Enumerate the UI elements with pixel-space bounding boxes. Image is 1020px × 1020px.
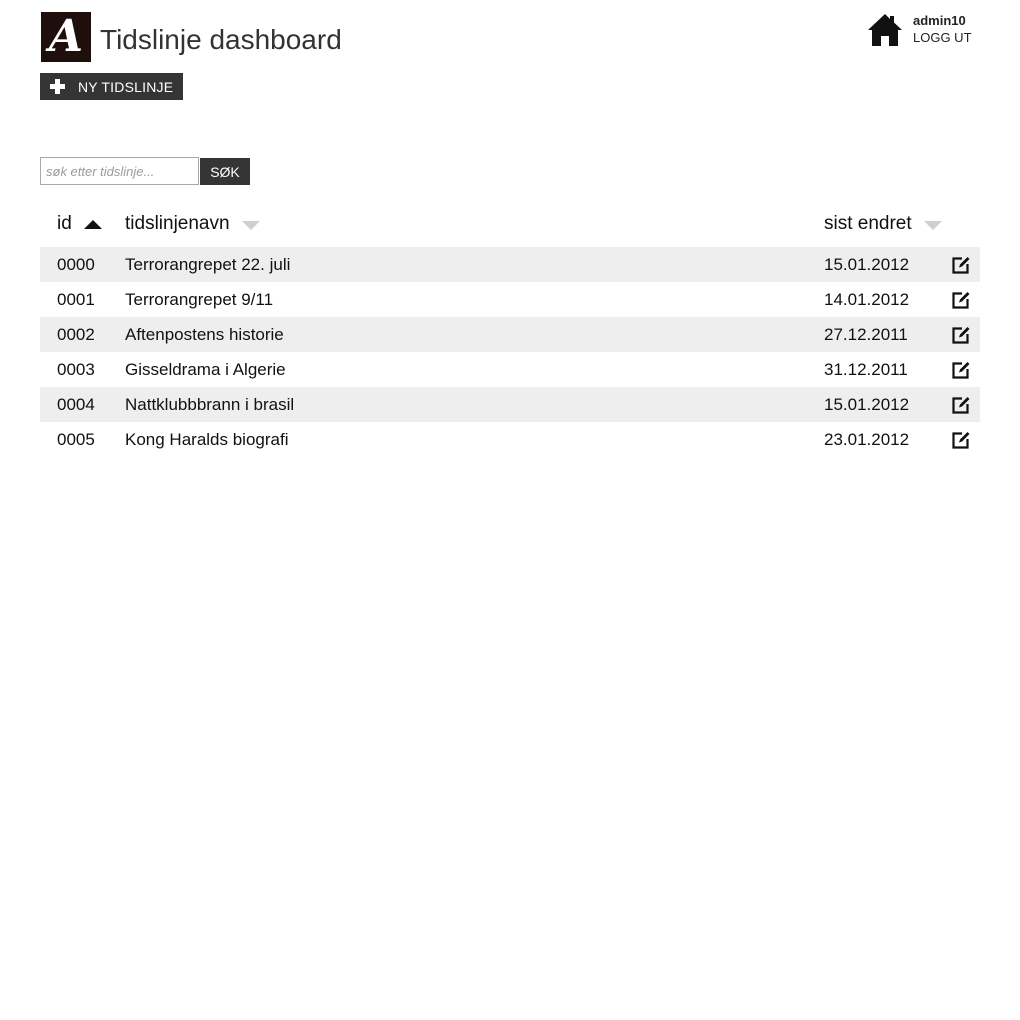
row-name[interactable]: Terrorangrepet 9/11	[125, 282, 273, 317]
table-row[interactable]: 0004 Nattklubbbrann i brasil 15.01.2012	[40, 387, 980, 422]
timeline-table: 0000 Terrorangrepet 22. juli 15.01.2012 …	[40, 247, 980, 457]
new-timeline-button[interactable]: NY TIDSLINJE	[40, 73, 183, 100]
search-input[interactable]	[40, 157, 199, 185]
sort-descending-icon[interactable]	[241, 220, 260, 230]
row-modified: 14.01.2012	[824, 290, 910, 309]
column-header-name-label: tidslinjenavn	[125, 213, 230, 234]
row-id: 0004	[57, 395, 95, 414]
plus-icon	[50, 79, 65, 94]
sort-descending-icon[interactable]	[923, 220, 942, 230]
row-name[interactable]: Terrorangrepet 22. juli	[125, 247, 290, 282]
edit-icon[interactable]	[951, 430, 971, 450]
logo-letter: A	[48, 12, 84, 62]
column-header-modified-label: sist endret	[824, 213, 912, 234]
new-timeline-label: NY TIDSLINJE	[78, 78, 174, 95]
row-name[interactable]: Kong Haralds biografi	[125, 422, 288, 457]
row-modified: 27.12.2011	[824, 325, 908, 344]
logout-link[interactable]: LOGG UT	[913, 30, 972, 46]
row-id: 0000	[57, 255, 95, 274]
aftenposten-logo: A	[41, 12, 91, 62]
edit-icon[interactable]	[951, 360, 971, 380]
table-row[interactable]: 0005 Kong Haralds biografi 23.01.2012	[40, 422, 980, 457]
table-header: id tidslinjenavn sist endret	[40, 208, 980, 240]
search-button[interactable]: SØK	[200, 158, 250, 185]
edit-icon[interactable]	[951, 395, 971, 415]
home-icon[interactable]	[867, 13, 903, 47]
row-id: 0002	[57, 325, 95, 344]
row-modified: 23.01.2012	[824, 430, 910, 449]
row-name[interactable]: Nattklubbbrann i brasil	[125, 387, 294, 422]
edit-icon[interactable]	[951, 290, 971, 310]
table-row[interactable]: 0000 Terrorangrepet 22. juli 15.01.2012	[40, 247, 980, 282]
row-name[interactable]: Gisseldrama i Algerie	[125, 352, 286, 387]
dashboard-page: A Tidslinje dashboard NY TIDSLINJE admin…	[0, 0, 1020, 1020]
table-row[interactable]: 0002 Aftenpostens historie 27.12.2011	[40, 317, 980, 352]
column-header-modified[interactable]: sist endret	[824, 208, 942, 240]
username: admin10	[913, 13, 966, 28]
row-name[interactable]: Aftenpostens historie	[125, 317, 284, 352]
row-id: 0003	[57, 360, 95, 379]
column-header-name[interactable]: tidslinjenavn	[125, 208, 260, 240]
page-title: Tidslinje dashboard	[100, 24, 342, 55]
row-id: 0005	[57, 430, 95, 449]
column-header-id[interactable]: id	[57, 208, 102, 240]
sort-ascending-icon[interactable]	[83, 219, 102, 229]
table-row[interactable]: 0001 Terrorangrepet 9/11 14.01.2012	[40, 282, 980, 317]
row-modified: 15.01.2012	[824, 395, 910, 414]
edit-icon[interactable]	[951, 325, 971, 345]
row-modified: 15.01.2012	[824, 255, 910, 274]
row-modified: 31.12.2011	[824, 360, 908, 379]
table-row[interactable]: 0003 Gisseldrama i Algerie 31.12.2011	[40, 352, 980, 387]
row-id: 0001	[57, 290, 95, 309]
column-header-id-label: id	[57, 213, 72, 234]
edit-icon[interactable]	[951, 255, 971, 275]
